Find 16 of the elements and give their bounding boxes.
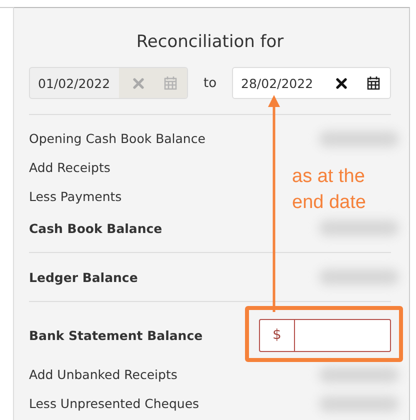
row-label: Add Receipts <box>29 160 110 175</box>
annotation-text: as at the end date <box>292 165 367 215</box>
dialog-title: Reconciliation for <box>135 31 285 54</box>
row-label: Less Payments <box>29 189 122 204</box>
row-label: Cash Book Balance <box>29 220 162 236</box>
row-label: Opening Cash Book Balance <box>29 131 206 146</box>
range-separator: to <box>202 76 218 90</box>
clear-icon[interactable] <box>336 78 347 88</box>
end-date-field[interactable]: 28/02/2022 <box>232 67 391 99</box>
row-label: Ledger Balance <box>29 270 138 284</box>
amount-field[interactable]: $ <box>259 318 391 352</box>
calendar-icon[interactable] <box>367 76 380 90</box>
row-label: Add Unbanked Receipts <box>29 367 178 382</box>
row-label: Bank Statement Balance <box>29 328 203 342</box>
currency-addon: $ <box>260 320 295 350</box>
row-label: Less Unpresented Cheques <box>29 396 200 411</box>
